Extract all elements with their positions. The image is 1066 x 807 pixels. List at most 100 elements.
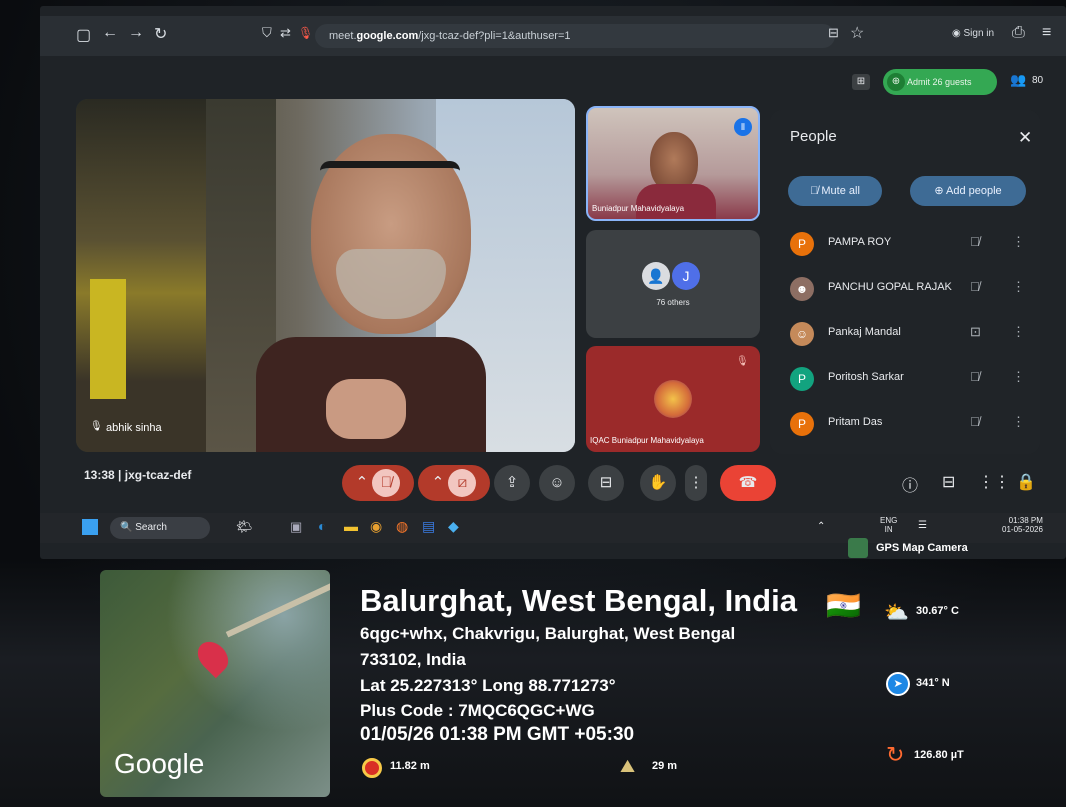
video-tile-buniadpur[interactable]: ⦀ Buniadpur Mahavidyalaya (586, 106, 760, 221)
laptop-screen: ▢ ← → ↻ ⛉ ⇄ 🎙 meet.google.com/jxg-tcaz-d… (40, 6, 1066, 559)
info-icon[interactable]: ⓘ (902, 472, 918, 496)
menu-icon[interactable]: ≡ (1042, 24, 1051, 42)
task-view-icon[interactable]: ▣ (290, 519, 302, 535)
add-person-icon: ⊕ (887, 73, 905, 91)
people-panel-title: People (790, 128, 837, 145)
windows-start-icon[interactable] (82, 519, 98, 535)
video-tile-iqac[interactable]: 🎙 IQAC Buniadpur Mahavidyalaya (586, 346, 760, 452)
chevron-up-icon[interactable]: ⌃ (817, 521, 825, 532)
accuracy-icon (362, 758, 382, 778)
presenting-icon[interactable]: ⊡ (970, 324, 981, 340)
mute-all-button[interactable]: 🎙̸ Mute all (788, 176, 882, 206)
mic-off-icon[interactable]: 🎙̸ (970, 369, 980, 384)
participant-row[interactable]: ☻ PANCHU GOPAL RAJAK 🎙̸ ⋮ (790, 275, 1035, 305)
reload-icon[interactable]: ↻ (154, 24, 167, 44)
language-sub: IN (884, 525, 893, 534)
chevron-up-icon[interactable]: ⌃ (356, 474, 369, 491)
more-options-icon[interactable]: ⋮ (1012, 234, 1025, 250)
gps-magnetic: 126.80 µT (914, 749, 964, 761)
microphone-icon[interactable]: 🎙 (298, 26, 313, 40)
gps-brand-label: GPS Map Camera (876, 542, 968, 554)
chrome-icon[interactable]: ◉ (370, 518, 382, 535)
more-options-icon[interactable]: ⋮ (1012, 279, 1025, 295)
forward-arrow-icon[interactable]: → (128, 24, 144, 42)
add-people-button[interactable]: ⊕ Add people (910, 176, 1026, 206)
admit-guests-button[interactable]: ⊕ Admit 26 guests (883, 69, 997, 95)
sidebar-icon[interactable]: ▢ (76, 25, 91, 45)
side-tile-name: Buniadpur Mahavidyalaya (592, 204, 685, 213)
store-icon[interactable]: ▤ (422, 518, 435, 535)
mic-off-icon[interactable]: 🎙̸ (970, 279, 980, 294)
mic-off-icon[interactable]: 🎙̸ (372, 469, 401, 497)
mic-control[interactable]: ⌃ 🎙̸ (342, 465, 414, 501)
participant-name: PANCHU GOPAL RAJAK (828, 281, 952, 293)
extensions-icon[interactable]: ⎙ (1012, 24, 1025, 42)
india-flag-icon: 🇮🇳 (826, 590, 861, 621)
more-options-icon: ⋮ (688, 474, 704, 491)
avatar: P (790, 367, 814, 391)
more-options-button[interactable]: ⋮ (685, 465, 707, 501)
avatar: 👤 (642, 262, 670, 290)
hand (326, 379, 406, 439)
main-tile-name: abhik sinha (106, 422, 162, 434)
captions-icon[interactable]: ⊞ (852, 74, 870, 90)
leave-call-button[interactable]: ☎ (720, 465, 776, 501)
firefox-icon[interactable]: ◍ (396, 518, 408, 535)
gps-accuracy: 11.82 m (390, 760, 430, 772)
sign-in-button[interactable]: ◉ Sign in (952, 28, 994, 39)
taskbar-clock[interactable]: 01:38 PM 01-05-2026 (1002, 516, 1043, 534)
meeting-time: 13:38 (84, 468, 115, 482)
gps-address-line1: 6qgc+whx, Chakvrigu, Balurghat, West Ben… (360, 624, 736, 643)
gps-latlong: Lat 25.227313° Long 88.771273° (360, 676, 616, 695)
muted-mic-icon: 🎙 (736, 356, 749, 367)
more-options-icon[interactable]: ⋮ (1012, 414, 1025, 430)
back-arrow-icon[interactable]: ← (102, 24, 118, 42)
present-screen-button[interactable]: ⇪ (494, 465, 530, 501)
taskbar-search[interactable]: 🔍 Search (110, 517, 210, 539)
magnetic-field-icon: ↻ (886, 742, 905, 767)
mic-off-icon[interactable]: 🎙̸ (970, 414, 980, 429)
mic-off-icon[interactable]: 🎙̸ (970, 234, 980, 249)
activities-icon[interactable]: ⋮⋮ (978, 472, 1010, 492)
address-bar[interactable]: meet.google.com/jxg-tcaz-def?pli=1&authu… (315, 24, 835, 48)
shield-icon[interactable]: ⛉ (262, 25, 272, 41)
others-tile[interactable]: 👤 J 76 others (586, 230, 760, 338)
chat-icon[interactable]: ⊟ (942, 472, 955, 492)
camera-off-icon[interactable]: ⧄ (448, 469, 477, 497)
edge-icon[interactable]: ◐ (318, 518, 326, 534)
participant-row[interactable]: P Pritam Das 🎙̸ ⋮ (790, 410, 1035, 440)
app-icon[interactable]: ◆ (448, 518, 459, 535)
widgets-icon[interactable]: 🌤 (236, 519, 253, 535)
participants-icon[interactable]: 👥 (1010, 72, 1026, 88)
mic-off-icon: 🎙̸ (810, 185, 822, 197)
avatar: P (790, 412, 814, 436)
file-explorer-icon[interactable]: ▬ (344, 518, 358, 534)
close-icon[interactable]: ✕ (1018, 128, 1032, 148)
gps-plus-code: Plus Code : 7MQC6QGC+WG (360, 701, 595, 720)
participant-row[interactable]: P Poritosh Sarkar 🎙̸ ⋮ (790, 365, 1035, 395)
main-video-tile[interactable]: 🎙 abhik sinha (76, 99, 575, 452)
more-options-icon[interactable]: ⋮ (1012, 324, 1025, 340)
reactions-button[interactable]: ☺ (539, 465, 575, 501)
participant-row[interactable]: P PAMPA ROY 🎙̸ ⋮ (790, 230, 1035, 260)
compass-icon: ➤ (886, 672, 910, 696)
search-icon: 🔍 (120, 522, 136, 533)
bookmark-star-icon[interactable]: ☆ (850, 23, 864, 43)
more-options-icon[interactable]: ⋮ (1012, 369, 1025, 385)
avatar-j: J (672, 262, 700, 290)
admit-guests-label: Admit 26 guests (907, 77, 972, 87)
speaking-indicator-icon: ⦀ (734, 118, 752, 136)
permissions-icon[interactable]: ⇄ (280, 25, 291, 41)
captions-button[interactable]: ⊟ (588, 465, 624, 501)
wifi-icon[interactable]: ☰ (918, 520, 927, 531)
meeting-code: jxg-tcaz-def (124, 468, 192, 482)
install-app-icon[interactable]: ⊟ (828, 25, 839, 41)
participant-name: Poritosh Sarkar (828, 371, 904, 383)
host-controls-icon[interactable]: 🔒 (1016, 472, 1036, 492)
avatar: P (790, 232, 814, 256)
raise-hand-button[interactable]: ✋ (640, 465, 676, 501)
participant-row[interactable]: ☺ Pankaj Mandal ⊡ ⋮ (790, 320, 1035, 350)
language-indicator[interactable]: ENG IN (880, 516, 897, 534)
chevron-up-icon[interactable]: ⌃ (432, 474, 445, 491)
camera-control[interactable]: ⌃ ⧄ (418, 465, 490, 501)
